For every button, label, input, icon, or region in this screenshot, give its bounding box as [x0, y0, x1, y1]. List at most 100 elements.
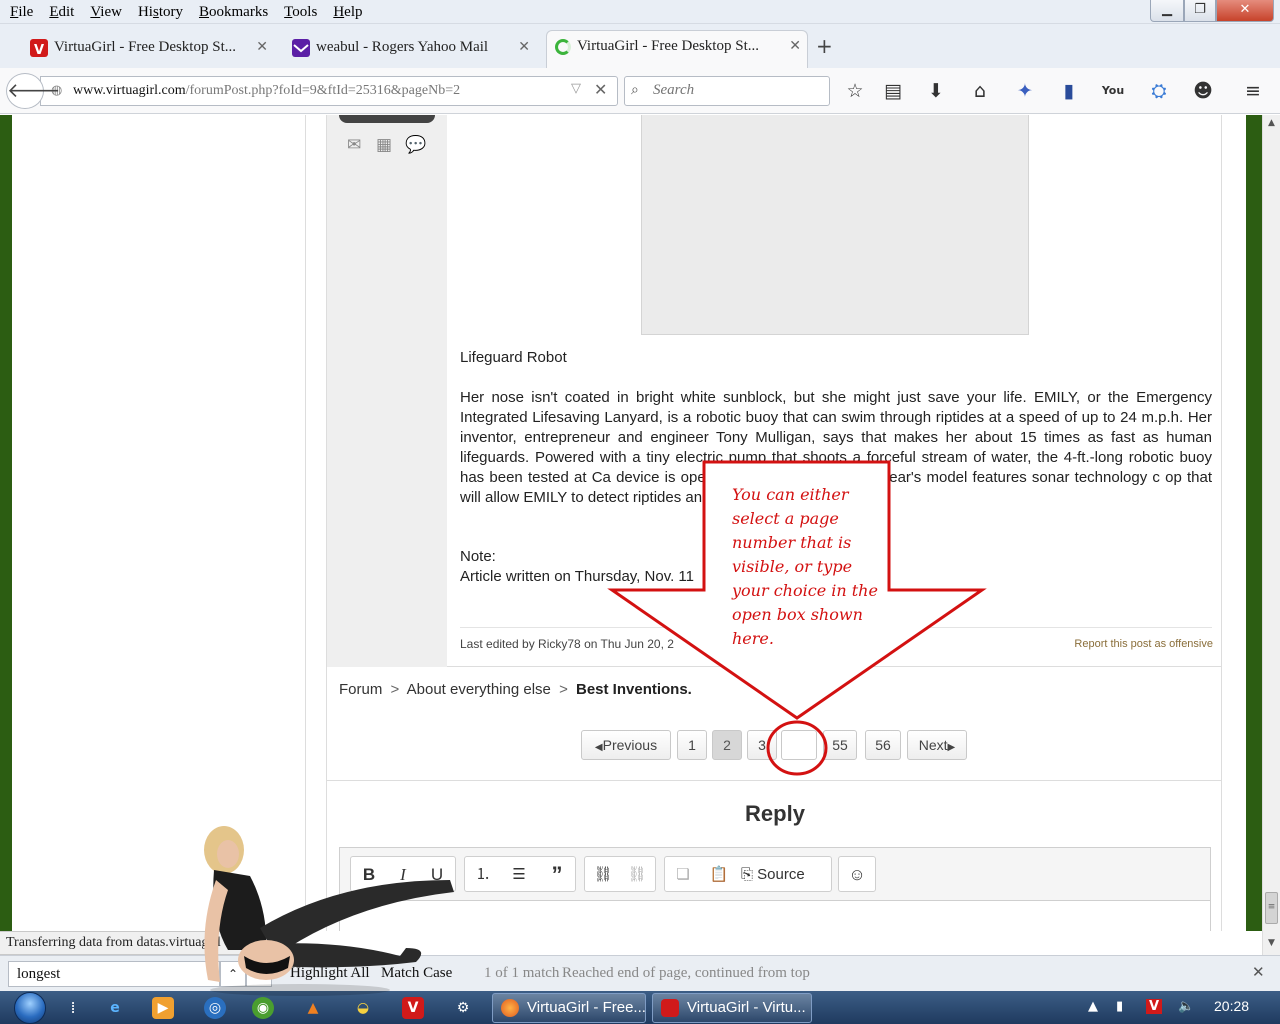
next-page-button[interactable]: Next▶ [907, 730, 967, 760]
tab-virtuagirl-active[interactable]: VirtuaGirl - Free Desktop St... ✕ [546, 30, 808, 68]
format-group: B I U [350, 856, 456, 892]
clipboard-group: ❏ 📋 ⎘ Source [664, 856, 832, 892]
menu-edit[interactable]: Edit [41, 0, 82, 24]
url-bar[interactable]: ◍ www.virtuagirl.com/forumPost.php?foId=… [40, 76, 618, 106]
scroll-down-arrow[interactable]: ▼ [1263, 935, 1280, 952]
page-number-input[interactable] [781, 730, 817, 760]
page-viewport: ✉ ▦ 💬 Lifeguard Robot Her nose isn't coa… [0, 115, 1262, 931]
speech-bubble-icon[interactable]: 💬 [405, 135, 426, 155]
underline-button[interactable]: U [423, 861, 451, 889]
chat-icon[interactable]: ☻ [1190, 78, 1216, 104]
find-input[interactable] [8, 961, 220, 987]
page-55-button[interactable]: 55 [823, 730, 857, 760]
menu-history[interactable]: History [130, 0, 191, 24]
bold-button[interactable]: B [355, 861, 383, 889]
show-hidden-icons-icon[interactable]: ▲ [1088, 999, 1098, 1014]
vlc-icon[interactable]: ▲ [302, 997, 324, 1019]
callout-line: visible, or type [732, 557, 853, 576]
close-tab-icon[interactable]: ✕ [518, 32, 530, 62]
chrome-icon[interactable]: ◉ [252, 997, 274, 1019]
bookmark-star-icon[interactable]: ☆ [842, 78, 868, 104]
hamburger-menu-icon[interactable]: ≡ [1240, 78, 1266, 104]
scroll-up-arrow[interactable]: ▲ [1263, 115, 1280, 132]
home-icon[interactable]: ⌂ [967, 78, 993, 104]
media-player-icon[interactable]: ▶ [152, 997, 174, 1019]
menu-file[interactable]: File [2, 0, 41, 24]
translate-icon[interactable]: ⛭ [1146, 78, 1172, 104]
minimize-button[interactable]: ▁ [1150, 0, 1184, 22]
clock[interactable]: 20:28 [1214, 998, 1249, 1014]
gimp-icon[interactable]: ◒ [352, 997, 374, 1019]
breadcrumb-section[interactable]: About everything else [407, 681, 551, 698]
emoji-group: ☺ [838, 856, 876, 892]
scroll-thumb[interactable]: ≡ [1265, 892, 1278, 924]
virtuagirl-icon [661, 999, 679, 1017]
menu-tools[interactable]: Tools [276, 0, 325, 24]
settings-icon[interactable]: ⚙ [452, 997, 474, 1019]
menu-bookmarks[interactable]: Bookmarks [191, 0, 276, 24]
note-text: Article written on Thursday, Nov. 11 [460, 568, 694, 585]
download-icon[interactable]: ⬇ [923, 78, 949, 104]
source-button[interactable]: ⎘ Source [741, 861, 829, 889]
highlight-all-option[interactable]: Highlight All [290, 965, 370, 982]
menu-view[interactable]: View [82, 0, 130, 24]
new-tab-icon[interactable]: + [816, 34, 833, 58]
unlink-icon[interactable]: ⛓ [623, 861, 651, 889]
tab-virtuagirl-1[interactable]: V VirtuaGirl - Free Desktop St... ✕ [24, 32, 274, 66]
breadcrumb-forum[interactable]: Forum [339, 681, 382, 698]
restore-button[interactable]: ❐ [1184, 0, 1216, 22]
task-virtuagirl[interactable]: VirtuaGirl - Virtu... [652, 993, 812, 1023]
virtuagirl-launcher-icon[interactable]: V [402, 997, 424, 1019]
previous-page-button[interactable]: ◀Previous [581, 730, 671, 760]
addon-icon[interactable]: ✦ [1012, 78, 1038, 104]
search-input[interactable] [653, 82, 823, 99]
bulleted-list-icon[interactable]: ☰ [505, 861, 533, 889]
paste-icon[interactable]: 📋 [705, 861, 733, 889]
volume-icon[interactable]: 🔈 [1178, 999, 1194, 1014]
numbered-list-icon[interactable]: ⒈ [469, 861, 497, 889]
stop-icon[interactable]: ✕ [594, 80, 607, 99]
find-previous-button[interactable]: ⌃ [220, 961, 246, 987]
close-tab-icon[interactable]: ✕ [256, 32, 268, 62]
reply-editor: B I U ⒈ ☰ ” ⛓ ⛓ ❏ 📋 ⎘ Source ☺ [339, 847, 1211, 931]
internet-explorer-icon[interactable]: e [104, 997, 126, 1019]
page-1-button[interactable]: 1 [677, 730, 707, 760]
taskbar: ⁞ e ▶ ◎ ◉ ▲ ◒ V ⚙ VirtuaGirl - Free... V… [0, 991, 1280, 1024]
match-case-option[interactable]: Match Case [381, 965, 452, 982]
url-text[interactable]: www.virtuagirl.com/forumPost.php?foId=9&… [73, 83, 460, 99]
calendar-icon[interactable]: ▦ [376, 135, 392, 155]
breadcrumb-separator: > [390, 681, 400, 698]
smiley-icon[interactable]: ☺ [843, 861, 871, 889]
copy-icon[interactable]: ❏ [669, 861, 697, 889]
task-firefox[interactable]: VirtuaGirl - Free... [492, 993, 646, 1023]
blockquote-icon[interactable]: ” [543, 861, 571, 889]
post-image [641, 115, 1029, 335]
vertical-scrollbar[interactable]: ▲ ≡ ▼ [1262, 115, 1280, 955]
link-icon[interactable]: ⛓ [589, 861, 617, 889]
book-icon[interactable]: ▮ [1056, 78, 1082, 104]
mail-icon[interactable]: ✉ [347, 135, 361, 155]
find-next-button[interactable]: ⌄ [246, 961, 272, 987]
back-button[interactable]: 🡐 [6, 73, 61, 109]
start-button[interactable] [8, 991, 52, 1024]
close-window-button[interactable]: ✕ [1216, 0, 1274, 22]
report-post-link[interactable]: Report this post as offensive [1074, 638, 1213, 650]
signal-icon: ▮ [1116, 999, 1124, 1014]
page-3-button[interactable]: 3 [747, 730, 777, 760]
search-box[interactable]: ⌕ [624, 76, 830, 106]
reading-list-icon[interactable]: ▤ [880, 78, 906, 104]
close-tab-icon[interactable]: ✕ [789, 31, 801, 61]
virtuagirl-tray-icon[interactable]: V [1146, 999, 1163, 1014]
show-desktop-icon[interactable]: ⁞ [62, 997, 84, 1019]
close-find-bar-icon[interactable]: ✕ [1252, 963, 1265, 981]
network-icon[interactable]: ◎ [204, 997, 226, 1019]
history-dropdown-icon[interactable]: ▽ [571, 81, 581, 96]
tab-yahoo-mail[interactable]: weabul - Rogers Yahoo Mail ✕ [286, 32, 536, 66]
page-56-button[interactable]: 56 [865, 730, 901, 760]
italic-button[interactable]: I [389, 861, 417, 889]
loading-icon [555, 39, 571, 55]
reply-textarea[interactable] [340, 900, 1210, 931]
menu-help[interactable]: Help [325, 0, 370, 24]
youtube-icon[interactable]: You [1100, 78, 1126, 104]
page-2-button[interactable]: 2 [712, 730, 742, 760]
